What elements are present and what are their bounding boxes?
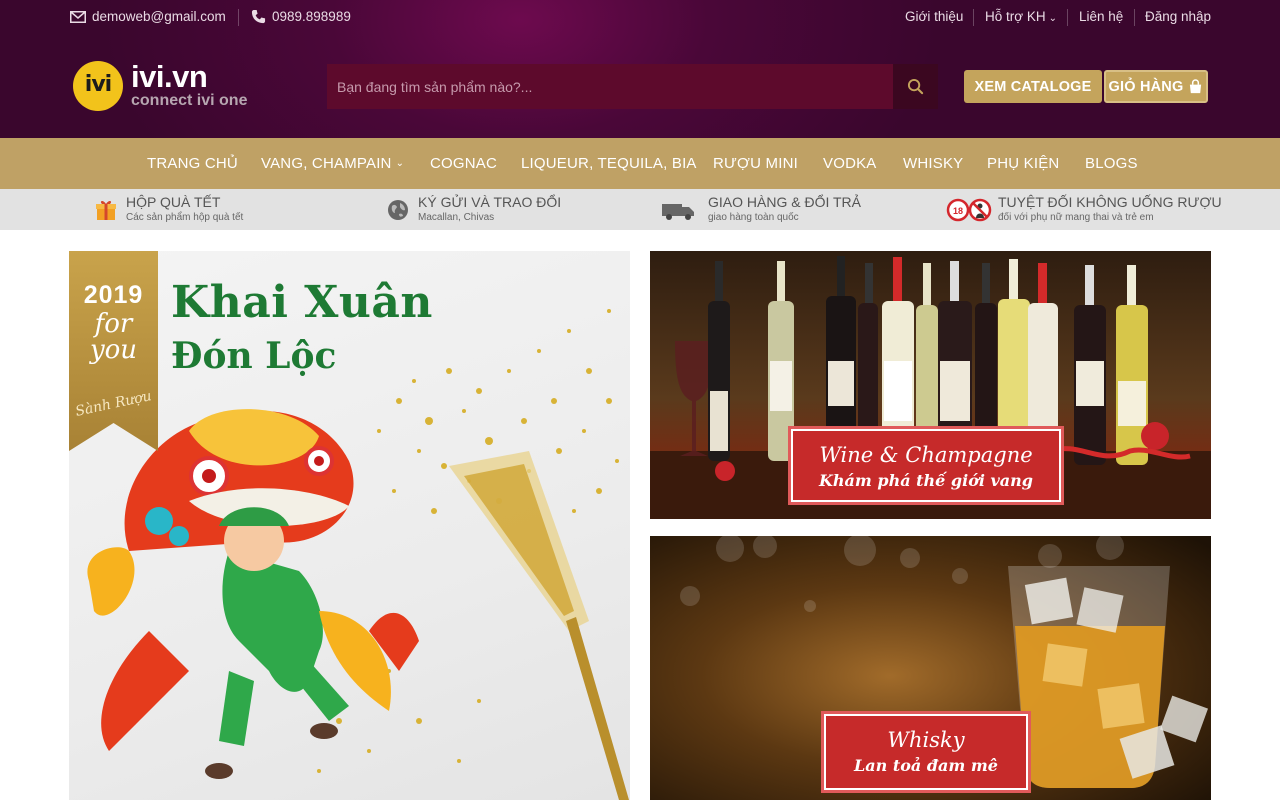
topbar: demoweb@gmail.com 0989.898989 Giới thiệu… (0, 0, 1280, 36)
phone-icon (251, 9, 266, 24)
search-icon (907, 78, 924, 95)
gift-icon (96, 200, 116, 220)
nav-cognac[interactable]: COGNAC (430, 155, 497, 172)
banner-tet[interactable]: 2019 for you Sành Rượu Khai Xuân Đón Lộc (69, 251, 630, 800)
link-gioi-thieu[interactable]: Giới thiệu (905, 9, 963, 24)
feature-subtitle: đối với phụ nữ mang thai và trẻ em (998, 212, 1154, 223)
banner-wine-champagne[interactable]: Wine & Champagne Khám phá thế giới vang (650, 251, 1211, 519)
link-lien-he[interactable]: Liên hệ (1079, 9, 1123, 24)
contact-phone[interactable]: 0989.898989 (251, 9, 351, 24)
ribbon-year: 2019 (83, 281, 144, 309)
shopping-bag-icon (1190, 79, 1202, 94)
search-button[interactable] (893, 64, 938, 109)
search-bar (327, 64, 938, 109)
chevron-down-icon: ⌄ (395, 158, 405, 169)
feature-title: KÝ GỬI VÀ TRAO ĐỔI (418, 194, 562, 210)
divider (973, 9, 974, 26)
divider (1134, 9, 1135, 26)
features-bar: HỘP QUÀ TẾT Các sản phẩm hộp quà tết KÝ … (0, 189, 1280, 230)
site-logo[interactable]: ivi ivi.vn connect ivi one (73, 59, 263, 113)
ribbon-line: for you (89, 309, 138, 365)
feature-subtitle: Các sản phẩm hộp quà tết (126, 212, 244, 223)
feature-subtitle: Macallan, Chivas (418, 212, 495, 223)
nav-trang-chu[interactable]: TRANG CHỦ (147, 155, 238, 172)
ribbon-sign: Sành Rượu (73, 388, 154, 420)
search-input[interactable] (327, 64, 893, 109)
nav-whisky[interactable]: WHISKY (903, 155, 963, 172)
feature-title: GIAO HÀNG & ĐỔI TRẢ (708, 194, 861, 210)
banner-headline: Khai Xuân (171, 277, 433, 328)
divider (1067, 9, 1068, 26)
wine-sign: Wine & Champagne Khám phá thế giới vang (788, 426, 1064, 505)
email-text: demoweb@gmail.com (92, 9, 226, 24)
mail-icon (70, 10, 86, 23)
banner-whisky[interactable]: Whisky Lan toả đam mê (650, 536, 1211, 800)
truck-icon (662, 204, 694, 220)
globe-icon (388, 200, 408, 220)
divider (238, 9, 239, 26)
nav-liqueur[interactable]: LIQUEUR, TEQUILA, BIA (521, 155, 697, 172)
no-alcohol-icon: 18 (946, 198, 992, 222)
whisky-sign: Whisky Lan toả đam mê (821, 711, 1031, 793)
nav-ruou-mini[interactable]: RƯỢU MINI (713, 155, 798, 172)
logo-brand: ivi.vn (131, 59, 208, 94)
contact-email[interactable]: demoweb@gmail.com (70, 9, 226, 24)
site-header: demoweb@gmail.com 0989.898989 Giới thiệu… (0, 0, 1280, 138)
link-ho-tro-kh[interactable]: Hỗ trợ KH ⌄ (985, 9, 1057, 24)
nav-blogs[interactable]: BLOGS (1085, 155, 1138, 172)
whisky-title: Whisky (887, 728, 965, 752)
chevron-down-icon: ⌄ (1048, 13, 1058, 24)
nav-vodka[interactable]: VODKA (823, 155, 877, 172)
feature-title: HỘP QUÀ TẾT (126, 194, 221, 210)
main-nav: TRANG CHỦ VANG, CHAMPAIN ⌄ COGNAC LIQUEUR… (0, 138, 1280, 189)
catalog-button[interactable]: XEM CATALOGE (964, 70, 1102, 103)
nav-phu-kien[interactable]: PHỤ KIỆN (987, 155, 1059, 172)
cart-label: GIỎ HÀNG (1108, 78, 1184, 95)
wine-title: Wine & Champagne (819, 443, 1033, 467)
nav-vang-champain[interactable]: VANG, CHAMPAIN ⌄ (261, 155, 404, 172)
whisky-subtitle: Lan toả đam mê (854, 756, 998, 775)
link-dang-nhap[interactable]: Đăng nhập (1145, 9, 1211, 24)
cart-button[interactable]: GIỎ HÀNG (1104, 70, 1208, 103)
link-ho-tro-kh-label: Hỗ trợ KH (985, 9, 1046, 24)
banner-subheadline: Đón Lộc (171, 335, 337, 377)
feature-subtitle: giao hàng toàn quốc (708, 212, 799, 223)
feature-title: TUYỆT ĐỐI KHÔNG UỐNG RƯỢU (998, 194, 1222, 210)
svg-text:18: 18 (953, 206, 963, 216)
logo-tagline: connect ivi one (131, 92, 248, 109)
wine-subtitle: Khám phá thế giới vang (818, 471, 1033, 490)
logo-mark: ivi (73, 61, 123, 111)
year-ribbon: 2019 for you Sành Rượu (69, 251, 158, 451)
phone-text: 0989.898989 (272, 9, 351, 24)
nav-vang-champain-label: VANG, CHAMPAIN (261, 155, 392, 172)
